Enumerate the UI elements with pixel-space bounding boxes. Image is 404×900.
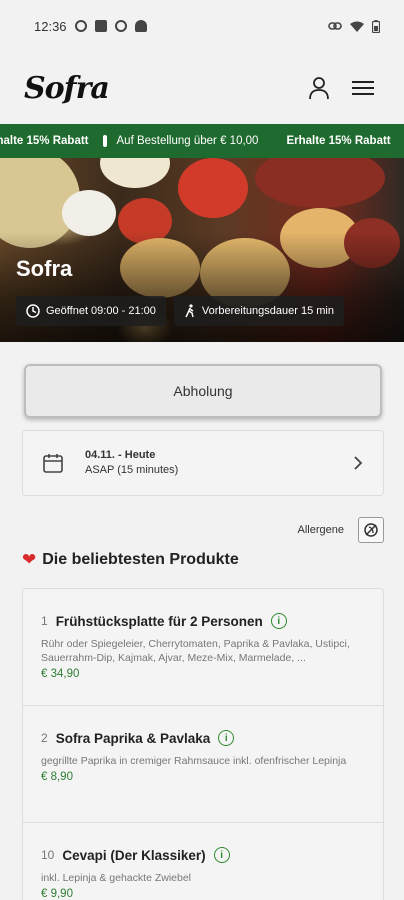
product-price: € 8,90 [41, 771, 73, 783]
wifi-icon [350, 21, 364, 32]
allergen-label: Allergene [297, 524, 344, 536]
ticket-icon [272, 135, 276, 147]
opening-hours-chip: Geöffnet 09:00 - 21:00 [16, 296, 166, 326]
chevron-right-icon [354, 456, 363, 470]
battery-icon [372, 19, 380, 33]
info-icon[interactable]: i [218, 730, 235, 746]
prep-time-chip: Vorbereitungsdauer 15 min [173, 296, 344, 326]
product-price: € 34,90 [41, 668, 80, 680]
menu-icon[interactable] [352, 80, 374, 96]
food-decor [178, 158, 248, 218]
product-number: 1 [41, 614, 48, 628]
product-name: Frühstücksplatte für 2 Personen [55, 613, 263, 629]
product-number: 2 [41, 731, 48, 745]
walking-icon [185, 304, 194, 318]
user-icon[interactable] [308, 76, 330, 100]
product-description: gegrillte Paprika in cremiger Rahmsauce … [41, 755, 347, 767]
ticker-item: Auf Bestellung über € 10,00 [116, 135, 259, 147]
popular-products-title: Die beliebtesten Produkte [42, 551, 239, 568]
status-time: 12:36 [34, 18, 67, 34]
link-icon [328, 22, 342, 30]
food-decor [255, 158, 385, 208]
pickup-time-selector[interactable]: 04.11. - Heute ASAP (15 minutes) [22, 430, 384, 496]
pickup-button[interactable]: Abholung [24, 364, 382, 418]
product-description: Rühr oder Spiegeleier, Cherrytomaten, Pa… [41, 638, 350, 664]
info-icon[interactable]: i [213, 847, 230, 863]
product-item[interactable]: 1 Frühstücksplatte für 2 Personen i Rühr… [23, 589, 383, 706]
allergen-filter-row: Allergene [0, 516, 404, 544]
sofra-logo[interactable]: Sofra [24, 71, 110, 106]
product-item[interactable]: 10 Cevapi (Der Klassiker) i inkl. Lepinj… [23, 823, 383, 900]
android-icon [134, 20, 147, 32]
allergen-filter-button[interactable] [358, 517, 384, 543]
restaurant-name: Sofra [16, 256, 73, 281]
product-price: € 9,90 [41, 888, 73, 900]
calendar-icon [43, 454, 63, 473]
status-bar: 12:36 [0, 0, 404, 52]
restaurant-hero-image: Sofra Geöffnet 09:00 - 21:00 Vorbereitun… [0, 158, 404, 342]
popular-products-list: 1 Frühstücksplatte für 2 Personen i Rühr… [22, 588, 384, 900]
promo-ticker: rhalte 15% Rabatt Auf Bestellung über € … [0, 124, 404, 158]
opening-hours-text: Geöffnet 09:00 - 21:00 [46, 305, 156, 317]
product-description: inkl. Lepinja & gehackte Zwiebel [41, 872, 192, 884]
product-number: 10 [41, 848, 55, 862]
pickup-time: ASAP (15 minutes) [85, 464, 179, 476]
info-icon[interactable]: i [270, 613, 287, 629]
heart-icon: ❤ [22, 550, 37, 569]
ticker-item: rhalte 15% Rabatt [0, 135, 89, 147]
food-decor [62, 190, 116, 236]
app-header: Sofra [0, 52, 404, 124]
ticker-item: Erhalte 15% Rabatt [286, 135, 391, 147]
popular-products-heading: ❤ Die beliebtesten Produkte [22, 550, 239, 570]
prep-time-text: Vorbereitungsdauer 15 min [201, 305, 334, 317]
product-name: Cevapi (Der Klassiker) [62, 847, 206, 863]
app-notification-icon [94, 20, 107, 32]
product-item[interactable]: 2 Sofra Paprika & Pavlaka i gegrillte Pa… [23, 706, 383, 823]
sync-icon [114, 20, 127, 32]
product-name: Sofra Paprika & Pavlaka [55, 730, 211, 746]
food-decor [100, 158, 170, 188]
notification-icon [74, 20, 87, 32]
allergen-icon [364, 523, 378, 537]
ticket-icon [102, 135, 107, 147]
clock-icon [26, 304, 40, 318]
pickup-date: 04.11. - Heute [85, 449, 156, 461]
